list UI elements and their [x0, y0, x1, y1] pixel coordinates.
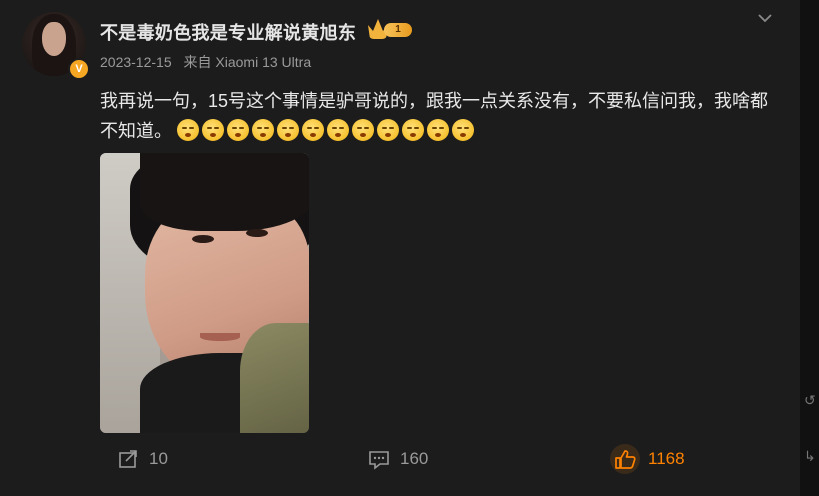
verified-icon: V	[68, 58, 90, 80]
comment-icon	[369, 451, 389, 470]
scroll-mark-icon: ↺	[804, 392, 816, 408]
photo-collar	[240, 323, 309, 433]
emoji-shush-icon	[352, 119, 375, 141]
post-source: 来自 Xiaomi 13 Ultra	[183, 54, 312, 70]
emoji-shush-icon	[302, 119, 325, 141]
emoji-shush-icon	[252, 119, 275, 141]
photo-fringe	[140, 153, 309, 231]
username[interactable]: 不是毒奶色我是专业解说黄旭东	[100, 19, 356, 45]
emoji-shush-icon	[452, 119, 475, 141]
emoji-shush-icon	[327, 119, 350, 141]
repost-count: 10	[149, 449, 168, 468]
emoji-shush-icon	[202, 119, 225, 141]
post-meta: 2023-12-15 来自 Xiaomi 13 Ultra	[100, 52, 319, 72]
like-icon	[615, 450, 636, 469]
photo-eye	[192, 235, 214, 243]
avatar-face	[42, 22, 66, 56]
photo-mouth	[200, 333, 240, 341]
level-value: 1	[384, 23, 412, 37]
emoji-row	[177, 119, 477, 141]
emoji-shush-icon	[402, 119, 425, 141]
comment-count: 160	[400, 449, 429, 468]
weibo-post-card: V 不是毒奶色我是专业解说黄旭东 1 2023-12-15 来自 Xiaomi …	[0, 0, 801, 496]
emoji-shush-icon	[227, 119, 250, 141]
chevron-down-icon[interactable]	[757, 10, 773, 26]
emoji-shush-icon	[177, 119, 200, 141]
like-count: 1168	[648, 449, 685, 468]
emoji-shush-icon	[377, 119, 400, 141]
emoji-shush-icon	[277, 119, 300, 141]
scroll-mark-icon: ↳	[804, 448, 816, 464]
post-image[interactable]	[100, 153, 309, 433]
right-edge-panel: ↺ ↳	[800, 0, 819, 496]
crown-level-icon[interactable]: 1	[368, 19, 414, 39]
post-date[interactable]: 2023-12-15	[100, 54, 172, 70]
post-body: 我再说一句，15号这个事情是驴哥说的，跟我一点关系没有，不要私信问我，我啥都不知…	[100, 86, 780, 146]
photo-eye	[246, 229, 268, 237]
emoji-shush-icon	[427, 119, 450, 141]
repost-icon	[119, 450, 137, 468]
